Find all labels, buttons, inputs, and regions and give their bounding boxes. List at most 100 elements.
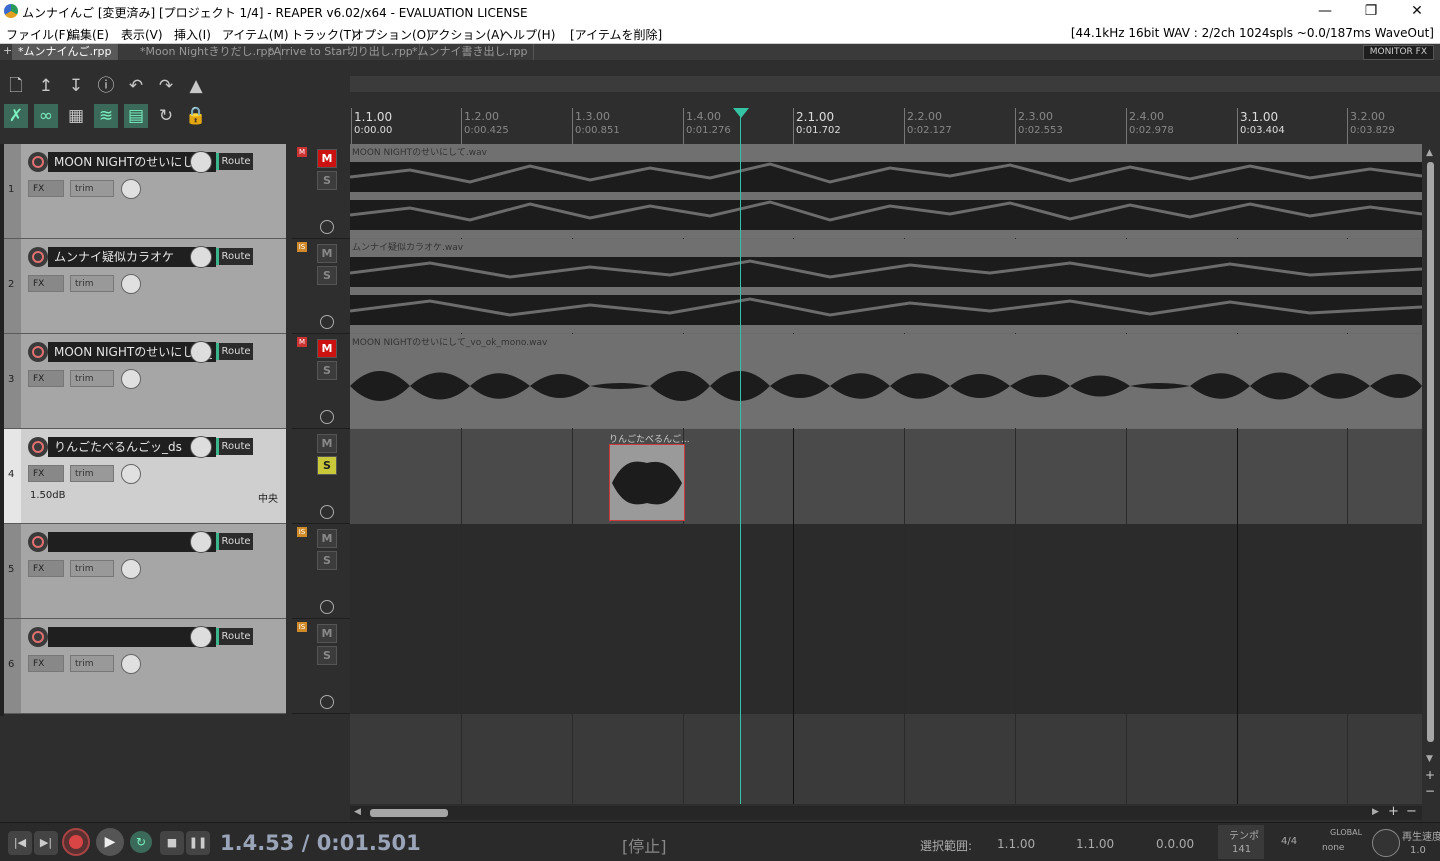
arrange-view[interactable]: MOON NIGHTのせいにして.wav ムンナイ疑似カラオケ.wav MOON…: [350, 144, 1422, 804]
menu-actions[interactable]: アクション(A): [427, 26, 504, 43]
route-button[interactable]: Route: [216, 153, 253, 170]
audio-status[interactable]: [44.1kHz 16bit WAV : 2/2ch 1024spls ~0.0…: [1071, 26, 1434, 40]
phase-invert-icon[interactable]: [320, 695, 334, 709]
track-panel-5[interactable]: 5 Route FX trim: [4, 524, 286, 619]
menu-insert[interactable]: 挿入(I): [174, 26, 211, 43]
record-arm-button[interactable]: [28, 437, 48, 457]
volume-knob[interactable]: [190, 151, 212, 173]
solo-button[interactable]: S: [317, 551, 337, 570]
metronome-icon[interactable]: ▲: [184, 74, 208, 98]
menu-options[interactable]: オプション(O): [352, 26, 431, 43]
time-display[interactable]: 1.4.53 / 0:01.501: [220, 831, 421, 855]
phase-invert-icon[interactable]: [320, 410, 334, 424]
ripple-icon[interactable]: ↻: [154, 104, 178, 128]
selection-end[interactable]: 1.1.00: [1076, 837, 1114, 851]
undo-icon[interactable]: ↶: [124, 74, 148, 98]
menu-view[interactable]: 表示(V): [121, 26, 163, 43]
save-project-icon[interactable]: ↧: [64, 74, 88, 98]
zoom-out-vertical-icon[interactable]: −: [1425, 784, 1435, 798]
pan-knob[interactable]: [121, 464, 141, 484]
new-tab-icon[interactable]: +: [3, 44, 12, 57]
horizontal-scroll-thumb[interactable]: [370, 809, 448, 817]
zoom-in-vertical-icon[interactable]: +: [1425, 768, 1435, 782]
fx-button[interactable]: FX: [28, 275, 64, 292]
route-button[interactable]: Route: [216, 248, 253, 265]
envelope-icon[interactable]: ≋: [94, 104, 118, 128]
track-lane-5[interactable]: [350, 524, 1422, 619]
mute-button[interactable]: M: [317, 624, 337, 643]
track-panel-2[interactable]: 2 ムンナイ疑似カラオケ Route FX trim: [4, 239, 286, 334]
menu-help[interactable]: ヘルプ(H): [501, 26, 555, 43]
stop-button[interactable]: ■: [160, 831, 184, 855]
tab-project-4[interactable]: *ムンナイ書き出し.rpp: [406, 44, 535, 60]
trim-button[interactable]: trim: [70, 275, 114, 292]
fx-button[interactable]: FX: [28, 465, 64, 482]
horizontal-scrollbar[interactable]: ◀ ▶ + −: [350, 804, 1422, 820]
trim-button[interactable]: trim: [70, 560, 114, 577]
track-panel-6[interactable]: 6 Route FX trim: [4, 619, 286, 714]
record-arm-button[interactable]: [28, 532, 48, 552]
project-settings-icon[interactable]: ⓘ: [94, 74, 118, 98]
edit-cursor-head[interactable]: [733, 108, 749, 118]
record-arm-button[interactable]: [28, 342, 48, 362]
pan-knob[interactable]: [121, 654, 141, 674]
trim-button[interactable]: trim: [70, 465, 114, 482]
scroll-left-icon[interactable]: ◀: [354, 807, 361, 817]
menu-item[interactable]: アイテム(M): [222, 26, 289, 43]
vertical-scroll-thumb[interactable]: [1427, 162, 1434, 742]
menu-last-action[interactable]: [アイテムを削除]: [570, 26, 662, 43]
maximize-button[interactable]: ❐: [1348, 0, 1394, 24]
solo-button[interactable]: S: [317, 171, 337, 190]
phase-invert-icon[interactable]: [320, 505, 334, 519]
menu-track[interactable]: トラック(T): [291, 26, 356, 43]
pause-button[interactable]: ❚❚: [186, 831, 210, 855]
playrate-knob[interactable]: [1372, 829, 1400, 857]
route-button[interactable]: Route: [216, 628, 253, 645]
menu-edit[interactable]: 編集(E): [68, 26, 109, 43]
scroll-down-icon[interactable]: ▼: [1426, 754, 1433, 764]
record-arm-button[interactable]: [28, 152, 48, 172]
solo-button[interactable]: S: [317, 646, 337, 665]
grouping-icon[interactable]: ∞: [34, 104, 58, 128]
zoom-out-horizontal-icon[interactable]: −: [1406, 804, 1417, 819]
close-button[interactable]: ✕: [1394, 0, 1440, 24]
media-item[interactable]: りんごたべるんご...: [609, 431, 690, 521]
route-button[interactable]: Route: [216, 343, 253, 360]
mute-button[interactable]: M: [317, 434, 337, 453]
play-button[interactable]: ▶: [96, 828, 124, 856]
tab-project-1[interactable]: *ムンナイんご.rpp: [12, 44, 119, 60]
pan-knob[interactable]: [121, 559, 141, 579]
solo-button[interactable]: S: [317, 456, 337, 475]
route-button[interactable]: Route: [216, 438, 253, 455]
volume-knob[interactable]: [190, 626, 212, 648]
fx-button[interactable]: FX: [28, 655, 64, 672]
repeat-toggle[interactable]: ↻: [130, 831, 152, 853]
phase-invert-icon[interactable]: [320, 600, 334, 614]
tab-project-2[interactable]: *Moon Nightきりだし.rpp: [134, 44, 282, 60]
volume-knob[interactable]: [190, 436, 212, 458]
redo-icon[interactable]: ↷: [154, 74, 178, 98]
global-automation-value[interactable]: none: [1322, 843, 1344, 853]
volume-knob[interactable]: [190, 341, 212, 363]
mute-button[interactable]: M: [317, 149, 337, 168]
scroll-up-icon[interactable]: ▲: [1426, 148, 1433, 158]
phase-invert-icon[interactable]: [320, 315, 334, 329]
open-project-icon[interactable]: ↥: [34, 74, 58, 98]
media-item[interactable]: ムンナイ疑似カラオケ.wav: [350, 239, 1422, 333]
volume-knob[interactable]: [190, 246, 212, 268]
media-item[interactable]: MOON NIGHTのせいにして_vo_ok_mono.wav: [350, 334, 1422, 428]
lock-icon[interactable]: 🔒: [184, 104, 208, 128]
track-panel-4[interactable]: 4 りんごたべるんごッ_ds Route FX trim 1.50dB 中央: [4, 429, 286, 524]
track-panel-3[interactable]: 3 MOON NIGHTのせいにして_ Route FX trim: [4, 334, 286, 429]
record-arm-button[interactable]: [28, 627, 48, 647]
record-button[interactable]: [62, 828, 90, 856]
timeline-ruler[interactable]: 1.1.00 0:00.00 1.2.00 0:00.425 1.3.00 0:…: [350, 108, 1440, 144]
minimize-button[interactable]: —: [1302, 0, 1348, 24]
mute-button[interactable]: M: [317, 244, 337, 263]
auto-crossfade-icon[interactable]: ✗: [4, 104, 28, 128]
vertical-scrollbar[interactable]: ▲ ▼ + −: [1422, 144, 1440, 804]
track-lane-4[interactable]: [350, 429, 1422, 524]
track-lane-6[interactable]: [350, 619, 1422, 714]
solo-button[interactable]: S: [317, 361, 337, 380]
grid-icon[interactable]: ▦: [64, 104, 88, 128]
